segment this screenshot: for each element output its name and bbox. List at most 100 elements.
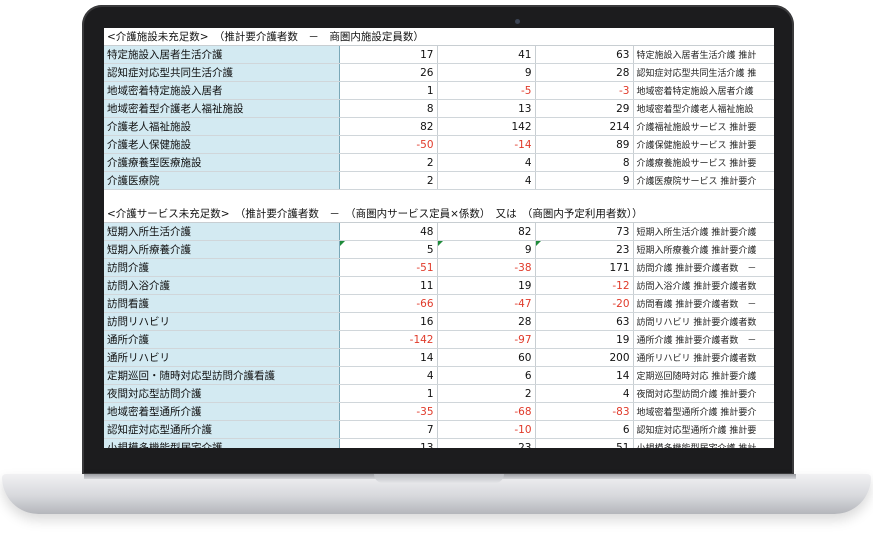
value-cell-1[interactable]: 2: [339, 171, 438, 190]
formula-note-cell[interactable]: 通所リハビリ 推計要介護者数: [633, 348, 774, 367]
value-cell-2[interactable]: 41: [437, 45, 536, 64]
value-cell-1[interactable]: -51: [339, 258, 438, 277]
value-cell-1[interactable]: 5: [339, 240, 438, 259]
value-cell-1[interactable]: -35: [339, 402, 438, 421]
value-cell-2[interactable]: 82: [437, 222, 536, 241]
value-cell-2[interactable]: 9: [437, 240, 536, 259]
formula-note-cell[interactable]: 訪問リハビリ 推計要介護者数: [633, 312, 774, 331]
value-cell-1[interactable]: -142: [339, 330, 438, 349]
row-label-cell[interactable]: 認知症対応型共同生活介護: [104, 63, 340, 82]
value-cell-1[interactable]: 14: [339, 348, 438, 367]
value-cell-2[interactable]: 9: [437, 63, 536, 82]
value-cell-1[interactable]: 16: [339, 312, 438, 331]
row-label-cell[interactable]: 夜間対応型訪問介護: [104, 384, 340, 403]
value-cell-1[interactable]: 13: [339, 438, 438, 448]
value-cell-1[interactable]: 4: [339, 366, 438, 385]
row-label-cell[interactable]: 地域密着特定施設入居者: [104, 81, 340, 100]
value-cell-2[interactable]: -68: [437, 402, 536, 421]
value-cell-3[interactable]: -20: [535, 294, 634, 313]
value-cell-3[interactable]: 89: [535, 135, 634, 154]
value-cell-2[interactable]: 23: [437, 438, 536, 448]
formula-note-cell[interactable]: 介護福祉施設サービス 推計要: [633, 117, 774, 136]
row-label-cell[interactable]: 地域密着型介護老人福祉施設: [104, 99, 340, 118]
value-cell-1[interactable]: -50: [339, 135, 438, 154]
row-label-cell[interactable]: 通所介護: [104, 330, 340, 349]
value-cell-3[interactable]: 171: [535, 258, 634, 277]
row-label-cell[interactable]: 介護医療院: [104, 171, 340, 190]
value-cell-3[interactable]: 63: [535, 312, 634, 331]
row-label-cell[interactable]: 短期入所生活介護: [104, 222, 340, 241]
value-cell-1[interactable]: 1: [339, 384, 438, 403]
row-label-cell[interactable]: 介護老人保健施設: [104, 135, 340, 154]
value-cell-3[interactable]: -83: [535, 402, 634, 421]
value-cell-3[interactable]: 63: [535, 45, 634, 64]
value-cell-1[interactable]: 26: [339, 63, 438, 82]
value-cell-2[interactable]: 2: [437, 384, 536, 403]
row-label-cell[interactable]: 訪問介護: [104, 258, 340, 277]
formula-note-cell[interactable]: 介護療養施設サービス 推計要: [633, 153, 774, 172]
value-cell-3[interactable]: 6: [535, 420, 634, 439]
value-cell-3[interactable]: 4: [535, 384, 634, 403]
row-label-cell[interactable]: 短期入所療養介護: [104, 240, 340, 259]
value-cell-1[interactable]: 2: [339, 153, 438, 172]
formula-note-cell[interactable]: 介護医療院サービス 推計要介: [633, 171, 774, 190]
value-cell-3[interactable]: 14: [535, 366, 634, 385]
value-cell-3[interactable]: 19: [535, 330, 634, 349]
value-cell-2[interactable]: -10: [437, 420, 536, 439]
row-label-cell[interactable]: 介護療養型医療施設: [104, 153, 340, 172]
row-label-cell[interactable]: 認知症対応型通所介護: [104, 420, 340, 439]
value-cell-2[interactable]: 4: [437, 171, 536, 190]
value-cell-3[interactable]: 214: [535, 117, 634, 136]
value-cell-1[interactable]: 17: [339, 45, 438, 64]
section-title[interactable]: <介護施設未充足数> （推計要介護者数 － 商圏内施設定員数）: [104, 28, 774, 46]
value-cell-1[interactable]: 48: [339, 222, 438, 241]
value-cell-3[interactable]: 9: [535, 171, 634, 190]
formula-note-cell[interactable]: 訪問入浴介護 推計要介護者数: [633, 276, 774, 295]
formula-note-cell[interactable]: 小規模多機能型居宅介護 推計: [633, 438, 774, 448]
formula-note-cell[interactable]: 訪問看護 推計要介護者数 －: [633, 294, 774, 313]
value-cell-3[interactable]: 8: [535, 153, 634, 172]
row-label-cell[interactable]: 訪問看護: [104, 294, 340, 313]
formula-note-cell[interactable]: 地域密着特定施設入居者介護: [633, 81, 774, 100]
formula-note-cell[interactable]: 夜間対応型訪問介護 推計要介: [633, 384, 774, 403]
formula-note-cell[interactable]: 訪問介護 推計要介護者数 －: [633, 258, 774, 277]
value-cell-3[interactable]: 23: [535, 240, 634, 259]
formula-note-cell[interactable]: 短期入所生活介護 推計要介護: [633, 222, 774, 241]
formula-note-cell[interactable]: 地域密着型介護老人福祉施設: [633, 99, 774, 118]
value-cell-2[interactable]: -97: [437, 330, 536, 349]
value-cell-3[interactable]: 29: [535, 99, 634, 118]
value-cell-2[interactable]: 13: [437, 99, 536, 118]
formula-note-cell[interactable]: 短期入所療養介護 推計要介護: [633, 240, 774, 259]
row-label-cell[interactable]: 小規模多機能型居宅介護: [104, 438, 340, 448]
row-label-cell[interactable]: 定期巡回・随時対応型訪問介護看護: [104, 366, 340, 385]
value-cell-2[interactable]: -5: [437, 81, 536, 100]
value-cell-3[interactable]: 28: [535, 63, 634, 82]
row-label-cell[interactable]: 特定施設入居者生活介護: [104, 45, 340, 64]
row-label-cell[interactable]: 地域密着型通所介護: [104, 402, 340, 421]
value-cell-1[interactable]: 82: [339, 117, 438, 136]
formula-note-cell[interactable]: 地域密着型通所介護 推計要介: [633, 402, 774, 421]
value-cell-2[interactable]: -38: [437, 258, 536, 277]
value-cell-2[interactable]: 19: [437, 276, 536, 295]
formula-note-cell[interactable]: 介護保健施設サービス 推計要: [633, 135, 774, 154]
value-cell-2[interactable]: 6: [437, 366, 536, 385]
section-title[interactable]: <介護サービス未充足数> （推計要介護者数 － （商圏内サービス定員×係数） 又…: [104, 205, 774, 223]
value-cell-1[interactable]: 8: [339, 99, 438, 118]
formula-note-cell[interactable]: 定期巡回随時対応 推計要介護: [633, 366, 774, 385]
value-cell-3[interactable]: 73: [535, 222, 634, 241]
value-cell-1[interactable]: 1: [339, 81, 438, 100]
value-cell-1[interactable]: -66: [339, 294, 438, 313]
value-cell-3[interactable]: 51: [535, 438, 634, 448]
row-label-cell[interactable]: 通所リハビリ: [104, 348, 340, 367]
value-cell-2[interactable]: 4: [437, 153, 536, 172]
formula-note-cell[interactable]: 通所介護 推計要介護者数 －: [633, 330, 774, 349]
value-cell-1[interactable]: 11: [339, 276, 438, 295]
value-cell-2[interactable]: 142: [437, 117, 536, 136]
row-label-cell[interactable]: 訪問入浴介護: [104, 276, 340, 295]
formula-note-cell[interactable]: 認知症対応型通所介護 推計要: [633, 420, 774, 439]
formula-note-cell[interactable]: 認知症対応型共同生活介護 推: [633, 63, 774, 82]
value-cell-2[interactable]: -14: [437, 135, 536, 154]
value-cell-1[interactable]: 7: [339, 420, 438, 439]
value-cell-3[interactable]: -12: [535, 276, 634, 295]
row-label-cell[interactable]: 訪問リハビリ: [104, 312, 340, 331]
